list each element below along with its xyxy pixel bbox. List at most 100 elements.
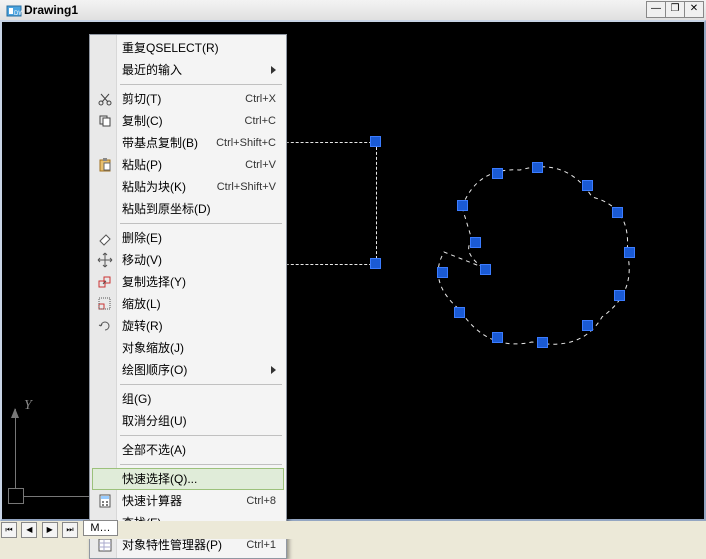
grip-point[interactable] bbox=[470, 237, 481, 248]
menu-label: 移动(V) bbox=[122, 253, 162, 267]
model-layout-bar: ⏮ ◀ ▶ ⏭ M… bbox=[0, 521, 706, 539]
menu-separator bbox=[120, 435, 282, 436]
menu-label: 全部不选(A) bbox=[122, 443, 186, 457]
model-tab[interactable]: M… bbox=[83, 520, 117, 536]
scale-icon bbox=[97, 296, 113, 312]
paste-icon bbox=[97, 157, 113, 173]
menu-shortcut: Ctrl+X bbox=[245, 88, 276, 110]
menu-deselect-all[interactable]: 全部不选(A) bbox=[92, 439, 284, 461]
grip-point[interactable] bbox=[582, 320, 593, 331]
menu-move[interactable]: 移动(V) bbox=[92, 249, 284, 271]
menu-draw-order[interactable]: 绘图顺序(O) bbox=[92, 359, 284, 381]
shape-edge bbox=[376, 142, 377, 264]
menu-paste-to-original-coords[interactable]: 粘贴到原坐标(D) bbox=[92, 198, 284, 220]
menu-ungroup[interactable]: 取消分组(U) bbox=[92, 410, 284, 432]
rotate-icon bbox=[97, 318, 113, 334]
properties-icon bbox=[97, 537, 113, 553]
eraser-icon bbox=[97, 230, 113, 246]
menu-label: 重复QSELECT(R) bbox=[122, 41, 219, 55]
tab-first-button[interactable]: ⏮ bbox=[1, 522, 17, 538]
ucs-origin-box bbox=[8, 488, 24, 504]
title-bar: DWG Drawing1 — ❐ ✕ bbox=[0, 0, 706, 21]
grip-point[interactable] bbox=[582, 180, 593, 191]
menu-label: 复制选择(Y) bbox=[122, 275, 186, 289]
app-icon: DWG bbox=[6, 3, 22, 19]
grip-point[interactable] bbox=[370, 136, 381, 147]
menu-label: 取消分组(U) bbox=[122, 414, 187, 428]
shape-edge bbox=[281, 264, 377, 265]
tab-next-button[interactable]: ▶ bbox=[42, 522, 58, 538]
window-title: Drawing1 bbox=[24, 3, 78, 17]
menu-scale[interactable]: 缩放(L) bbox=[92, 293, 284, 315]
copy-icon bbox=[97, 113, 113, 129]
move-icon bbox=[97, 252, 113, 268]
menu-label: 缩放(L) bbox=[122, 297, 161, 311]
tab-last-button[interactable]: ⏭ bbox=[62, 522, 78, 538]
menu-copy-with-base-point[interactable]: 带基点复制(B) Ctrl+Shift+C bbox=[92, 132, 284, 154]
grip-point[interactable] bbox=[537, 337, 548, 348]
scissors-icon bbox=[97, 91, 113, 107]
menu-quickcalc[interactable]: 快速计算器 Ctrl+8 bbox=[92, 490, 284, 512]
menu-label: 删除(E) bbox=[122, 231, 162, 245]
submenu-arrow-icon bbox=[271, 66, 276, 74]
grip-point[interactable] bbox=[492, 332, 503, 343]
menu-label: 绘图顺序(O) bbox=[122, 363, 187, 377]
menu-erase[interactable]: 删除(E) bbox=[92, 227, 284, 249]
menu-label: 复制(C) bbox=[122, 114, 163, 128]
grip-point[interactable] bbox=[480, 264, 491, 275]
grip-point[interactable] bbox=[532, 162, 543, 173]
menu-label: 快速选择(Q)... bbox=[122, 472, 197, 486]
menu-label: 带基点复制(B) bbox=[122, 136, 198, 150]
menu-object-zoom[interactable]: 对象缩放(J) bbox=[92, 337, 284, 359]
menu-paste[interactable]: 粘贴(P) Ctrl+V bbox=[92, 154, 284, 176]
menu-label: 剪切(T) bbox=[122, 92, 161, 106]
copy-selection-icon bbox=[97, 274, 113, 290]
menu-label: 粘贴(P) bbox=[122, 158, 162, 172]
close-button[interactable]: ✕ bbox=[684, 1, 704, 18]
ucs-y-label: Y bbox=[24, 398, 32, 414]
menu-rotate[interactable]: 旋转(R) bbox=[92, 315, 284, 337]
menu-quick-select[interactable]: 快速选择(Q)... bbox=[92, 468, 284, 490]
menu-shortcut: Ctrl+C bbox=[245, 110, 276, 132]
grip-point[interactable] bbox=[614, 290, 625, 301]
menu-separator bbox=[120, 384, 282, 385]
menu-separator bbox=[120, 464, 282, 465]
grip-point[interactable] bbox=[624, 247, 635, 258]
grip-point[interactable] bbox=[370, 258, 381, 269]
minimize-button[interactable]: — bbox=[646, 1, 666, 18]
menu-label: 旋转(R) bbox=[122, 319, 163, 333]
shape-edge bbox=[281, 142, 377, 143]
menu-shortcut: Ctrl+V bbox=[245, 154, 276, 176]
menu-label: 快速计算器 bbox=[122, 494, 182, 508]
menu-shortcut: Ctrl+8 bbox=[246, 490, 276, 512]
ucs-y-axis bbox=[15, 409, 16, 489]
menu-copy[interactable]: 复制(C) Ctrl+C bbox=[92, 110, 284, 132]
menu-label: 最近的输入 bbox=[122, 63, 182, 77]
grip-point[interactable] bbox=[457, 200, 468, 211]
menu-label: 粘贴为块(K) bbox=[122, 180, 186, 194]
menu-separator bbox=[120, 84, 282, 85]
grip-point[interactable] bbox=[612, 207, 623, 218]
svg-text:DWG: DWG bbox=[14, 11, 22, 17]
restore-button[interactable]: ❐ bbox=[665, 1, 685, 18]
menu-group[interactable]: 组(G) bbox=[92, 388, 284, 410]
menu-paste-as-block[interactable]: 粘贴为块(K) Ctrl+Shift+V bbox=[92, 176, 284, 198]
menu-shortcut: Ctrl+Shift+V bbox=[217, 176, 276, 198]
menu-label: 粘贴到原坐标(D) bbox=[122, 202, 211, 216]
menu-label: 组(G) bbox=[122, 392, 151, 406]
submenu-arrow-icon bbox=[271, 366, 276, 374]
tab-prev-button[interactable]: ◀ bbox=[21, 522, 37, 538]
menu-shortcut: Ctrl+Shift+C bbox=[216, 132, 276, 154]
menu-separator bbox=[120, 223, 282, 224]
menu-label: 对象特性管理器(P) bbox=[122, 538, 222, 552]
context-menu: 重复QSELECT(R) 最近的输入 剪切(T) Ctrl+X 复制(C) Ct… bbox=[89, 34, 287, 559]
menu-repeat-qselect[interactable]: 重复QSELECT(R) bbox=[92, 37, 284, 59]
menu-copy-selection[interactable]: 复制选择(Y) bbox=[92, 271, 284, 293]
grip-point[interactable] bbox=[492, 168, 503, 179]
menu-recent-input[interactable]: 最近的输入 bbox=[92, 59, 284, 81]
menu-label: 对象缩放(J) bbox=[122, 341, 184, 355]
grip-point[interactable] bbox=[454, 307, 465, 318]
calculator-icon bbox=[97, 493, 113, 509]
menu-cut[interactable]: 剪切(T) Ctrl+X bbox=[92, 88, 284, 110]
grip-point[interactable] bbox=[437, 267, 448, 278]
